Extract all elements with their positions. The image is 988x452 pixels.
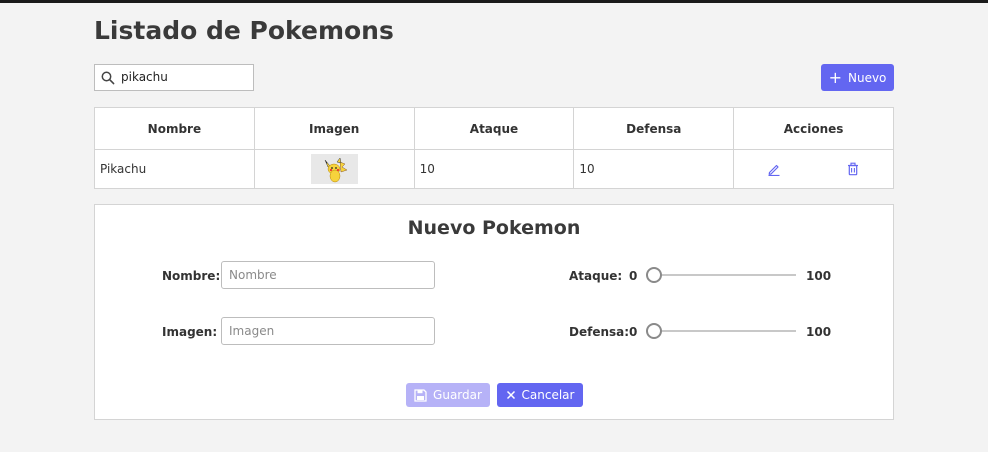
ataque-max: 100 — [806, 269, 832, 283]
form-title: Nuevo Pokemon — [407, 217, 581, 239]
column-header-nombre: Nombre — [94, 107, 255, 150]
cell-imagen — [253, 149, 415, 189]
trash-icon[interactable] — [843, 159, 863, 179]
column-header-ataque: Ataque — [413, 107, 575, 150]
search-box[interactable] — [94, 64, 254, 91]
imagen-label: Imagen: — [162, 325, 218, 339]
plus-icon: + — [828, 67, 842, 87]
save-button[interactable]: Guardar — [406, 383, 490, 407]
ataque-label: Ataque: — [569, 269, 623, 283]
defensa-slider[interactable] — [646, 323, 796, 339]
nombre-field[interactable] — [221, 261, 435, 289]
save-button-label: Guardar — [433, 388, 482, 402]
cell-defensa: 10 — [573, 149, 735, 189]
new-pokemon-button[interactable]: + Nuevo — [821, 64, 894, 91]
column-header-imagen: Imagen — [253, 107, 415, 150]
page-title: Listado de Pokemons — [94, 16, 394, 45]
defensa-min: 0 — [629, 325, 638, 339]
save-icon — [414, 388, 427, 402]
nombre-label: Nombre: — [162, 269, 221, 283]
pokemon-table: Nombre Imagen Ataque Defensa Acciones Pi… — [94, 107, 894, 189]
search-input[interactable] — [121, 68, 247, 86]
table-header-row: Nombre Imagen Ataque Defensa Acciones — [94, 107, 894, 150]
new-pokemon-form: Nuevo Pokemon Nombre: Imagen: Ataque: 0 … — [94, 204, 894, 420]
new-button-label: Nuevo — [847, 70, 887, 85]
top-bar — [0, 0, 988, 3]
row-actions — [734, 159, 893, 179]
cancel-button[interactable]: Cancelar — [497, 383, 583, 407]
column-header-defensa: Defensa — [573, 107, 735, 150]
pikachu-image — [310, 154, 358, 184]
cancel-button-label: Cancelar — [521, 388, 575, 402]
column-header-acciones: Acciones — [733, 107, 894, 150]
imagen-field[interactable] — [221, 317, 435, 345]
ataque-slider-thumb[interactable] — [646, 267, 662, 283]
defensa-max: 100 — [806, 325, 832, 339]
cell-nombre: Pikachu — [94, 149, 255, 189]
cell-acciones — [733, 149, 894, 189]
defensa-label: Defensa: — [569, 325, 630, 339]
ataque-min: 0 — [629, 269, 638, 283]
edit-icon[interactable] — [764, 159, 784, 179]
cell-ataque: 10 — [413, 149, 575, 189]
ataque-slider[interactable] — [646, 267, 796, 283]
close-icon — [506, 390, 516, 400]
search-icon — [101, 70, 115, 85]
table-row: Pikachu 10 10 — [94, 149, 894, 189]
ataque-slider-track — [646, 274, 796, 276]
defensa-slider-thumb[interactable] — [646, 323, 662, 339]
defensa-slider-track — [646, 330, 796, 332]
